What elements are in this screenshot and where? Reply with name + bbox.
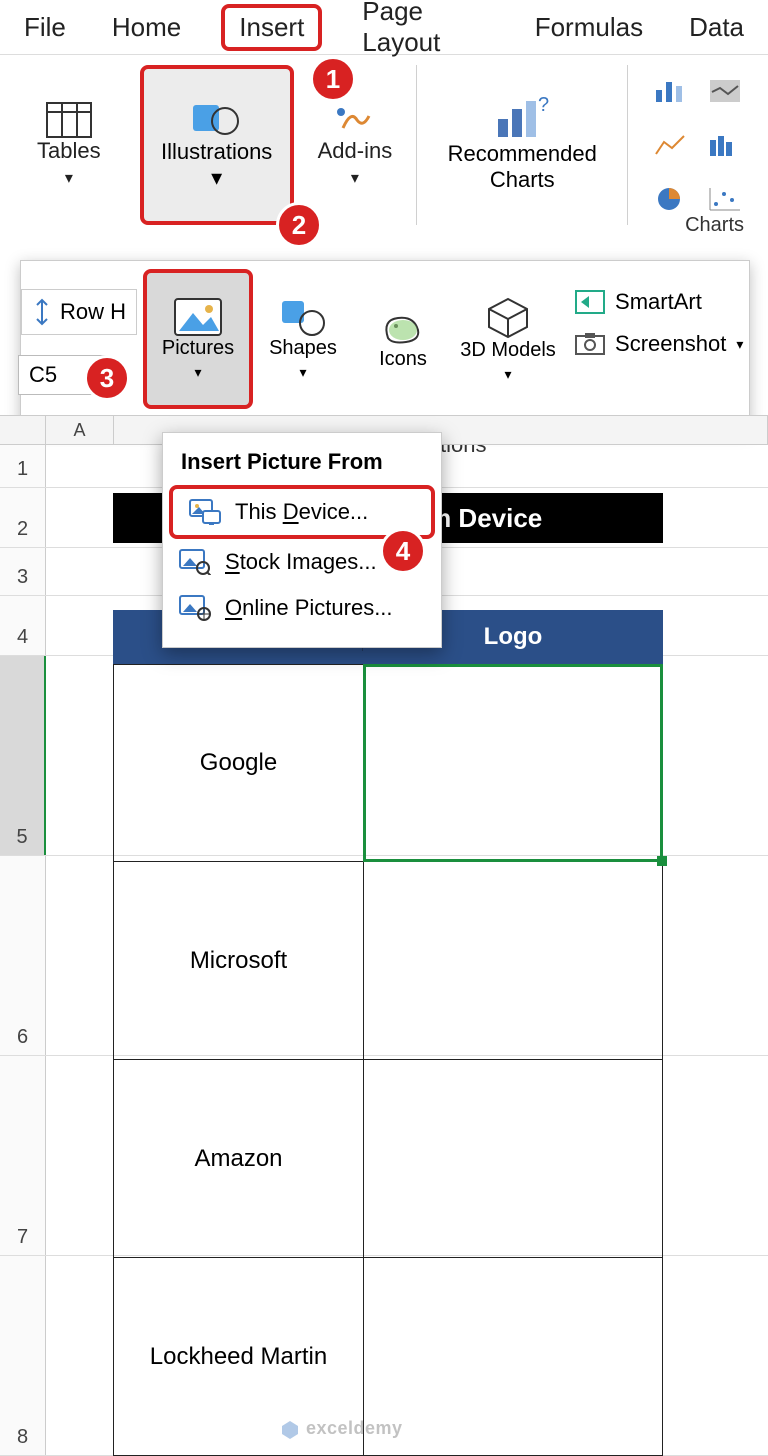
icons-label: Icons	[379, 348, 427, 371]
step-badge-4: 4	[380, 528, 426, 574]
row-height-indicator[interactable]: Row H	[21, 289, 137, 335]
company-table: C Logo Google Microsoft Amazon Lockheed …	[113, 610, 663, 1456]
chevron-down-icon: ▾	[211, 165, 222, 191]
step-badge-2: 2	[276, 202, 322, 248]
row-header-1[interactable]: 1	[0, 445, 46, 487]
3d-models-icon	[483, 295, 533, 339]
watermark: exceldemy	[280, 1418, 403, 1439]
chevron-down-icon: ▾	[505, 366, 512, 383]
online-pictures-icon	[179, 595, 211, 621]
row-header-4[interactable]: 4	[0, 596, 46, 655]
device-icon	[189, 499, 221, 525]
select-all-triangle[interactable]	[0, 416, 46, 444]
row-h-label: Row H	[60, 299, 126, 325]
tab-insert[interactable]: Insert	[221, 4, 322, 51]
step-badge-3: 3	[84, 355, 130, 401]
3d-models-label: 3D Models	[460, 339, 556, 362]
screenshot-label: Screenshot	[615, 331, 726, 357]
col-header-a[interactable]: A	[46, 416, 114, 444]
chart-map-icon[interactable]	[700, 66, 750, 116]
tables-label: Tables	[37, 138, 101, 164]
recommended-charts-label: Recommended Charts	[427, 141, 617, 193]
smartart-label: SmartArt	[615, 289, 702, 315]
chart-hist-icon[interactable]	[700, 120, 750, 170]
row-header-7[interactable]: 7	[0, 1056, 46, 1255]
stock-images-icon	[179, 549, 211, 575]
shapes-label: Shapes	[269, 337, 337, 360]
online-pictures-label: Online Pictures...	[225, 595, 393, 621]
cell-logo-0[interactable]	[364, 665, 662, 861]
tab-formulas[interactable]: Formulas	[529, 4, 649, 51]
charts-group-label: Charts	[685, 214, 744, 237]
chevron-down-icon: ▾	[195, 364, 202, 381]
addins-label: Add-ins	[318, 138, 393, 164]
screenshot-button[interactable]: Screenshot ▾	[575, 331, 743, 357]
chevron-down-icon: ▾	[736, 336, 743, 353]
this-device-label: This Device...	[235, 499, 368, 525]
cell-company-0[interactable]: Google	[114, 665, 364, 861]
chevron-down-icon: ▾	[300, 364, 307, 381]
recommended-charts-button[interactable]: ? Recommended Charts	[416, 65, 628, 225]
cell-company-2[interactable]: Amazon	[114, 1060, 364, 1257]
icons-button[interactable]: Icons	[353, 269, 453, 409]
tab-home[interactable]: Home	[106, 4, 187, 51]
svg-text:?: ?	[538, 97, 549, 116]
selection-handle[interactable]	[657, 856, 667, 866]
ribbon-insert: Tables ▾ Illustrations ▾ Add-ins ▾ ? Rec…	[0, 55, 768, 225]
chevron-down-icon: ▾	[65, 168, 73, 188]
illustrations-label: Illustrations	[161, 139, 272, 165]
3d-models-button[interactable]: 3D Models ▾	[453, 269, 563, 409]
screenshot-icon	[575, 332, 605, 356]
cell-company-1[interactable]: Microsoft	[114, 862, 364, 1059]
smartart-button[interactable]: SmartArt	[575, 289, 743, 315]
pictures-label: Pictures	[162, 337, 234, 360]
icons-icon	[378, 308, 428, 348]
cell-logo-3[interactable]	[364, 1258, 662, 1455]
pictures-button[interactable]: Pictures ▾	[143, 269, 253, 409]
cell-logo-2[interactable]	[364, 1060, 662, 1257]
chart-types-grid	[646, 65, 752, 225]
tables-button[interactable]: Tables ▾	[16, 65, 122, 225]
row-header-8[interactable]: 8	[0, 1256, 46, 1455]
cell-logo-1[interactable]	[364, 862, 662, 1059]
row-header-5[interactable]: 5	[0, 656, 46, 855]
shapes-icon	[278, 297, 328, 337]
illustrations-dropdown: Row H Pictures ▾ Shapes ▾ Icons 3D Model…	[20, 260, 750, 430]
tables-icon	[46, 102, 92, 138]
pictures-icon	[173, 297, 223, 337]
illustrations-button[interactable]: Illustrations ▾	[140, 65, 294, 225]
chart-line-icon[interactable]	[646, 120, 696, 170]
tab-data[interactable]: Data	[683, 4, 750, 51]
recommended-charts-icon: ?	[492, 97, 552, 141]
row-header-3[interactable]: 3	[0, 548, 46, 595]
tab-file[interactable]: File	[18, 4, 72, 51]
popup-title: Insert Picture From	[163, 443, 441, 485]
chart-bar-icon[interactable]	[646, 66, 696, 116]
row-header-2[interactable]: 2	[0, 488, 46, 547]
step-badge-1: 1	[310, 56, 356, 102]
addins-icon	[331, 102, 379, 138]
row-header-6[interactable]: 6	[0, 856, 46, 1055]
ribbon-tabbar: File Home Insert Page Layout Formulas Da…	[0, 0, 768, 55]
illustrations-icon	[191, 99, 243, 139]
row-height-icon	[32, 298, 52, 326]
online-pictures-item[interactable]: Online Pictures...	[163, 585, 441, 631]
shapes-button[interactable]: Shapes ▾	[253, 269, 353, 409]
chevron-down-icon: ▾	[351, 168, 359, 188]
smartart-icon	[575, 290, 605, 314]
stock-images-label: Stock Images...	[225, 549, 377, 575]
